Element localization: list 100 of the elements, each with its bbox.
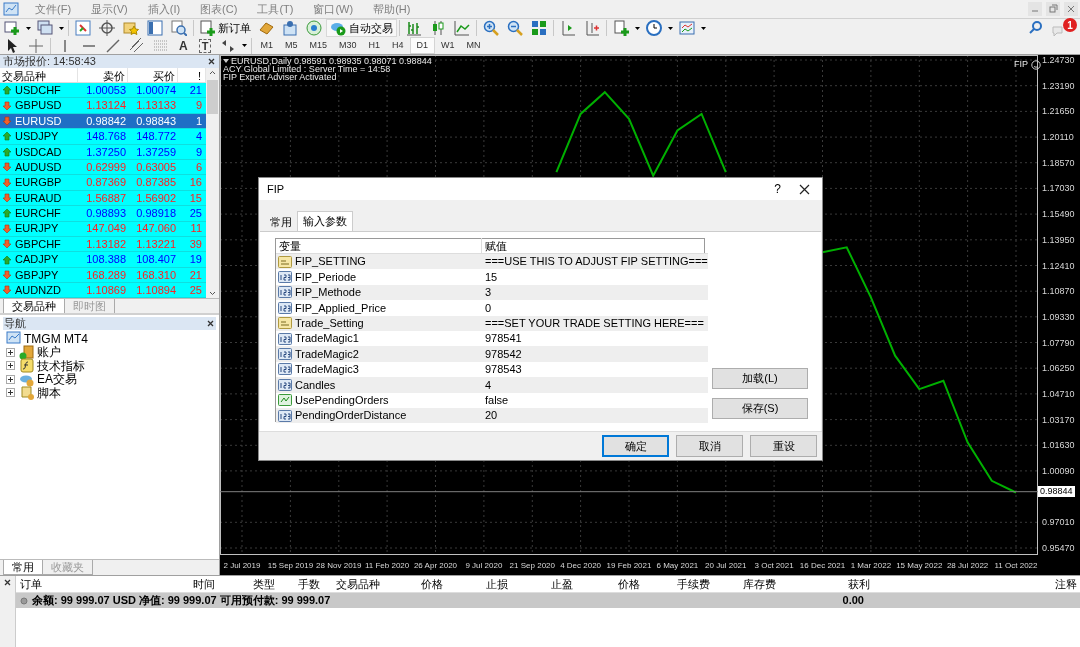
search-icon[interactable] (1028, 20, 1044, 36)
trendline-icon[interactable] (105, 37, 121, 54)
menu-item[interactable]: 显示(V) (81, 0, 138, 18)
autoscroll-icon[interactable] (584, 20, 600, 36)
close-icon[interactable] (799, 183, 810, 195)
timeframe-button[interactable]: H4 (386, 37, 410, 54)
triangle-icon[interactable] (223, 59, 229, 63)
expand-icon[interactable] (6, 374, 15, 384)
column-header[interactable]: 手续费 (643, 575, 713, 593)
balance-row[interactable]: 余额: 99 999.07 USD 净值: 99 999.07 可用预付款: 99 999.07 0.00 (16, 593, 1080, 608)
axis-label: 1.07790 (1042, 337, 1075, 348)
timeframe-button[interactable]: M30 (332, 37, 363, 54)
new-order-button[interactable]: 新订单 (196, 19, 254, 37)
signal-icon[interactable] (306, 20, 322, 36)
dialog-button[interactable]: 确定 (602, 435, 669, 457)
column-header[interactable]: 注释 (873, 575, 1080, 593)
help-button[interactable]: ? (774, 180, 781, 198)
dialog-button[interactable]: 加载(L) (712, 368, 808, 389)
star-folder-icon[interactable] (123, 20, 139, 36)
timeframe-button[interactable]: H1 (362, 37, 386, 54)
close-icon[interactable] (207, 57, 216, 66)
scrollbar[interactable] (206, 68, 219, 298)
menu-item[interactable]: 窗口(W) (303, 0, 364, 18)
caret-icon[interactable] (668, 26, 673, 30)
quote-row[interactable]: USDCHF 1.00053 1.00074 21 (0, 83, 206, 99)
chart-shift-icon[interactable] (560, 20, 576, 36)
panel-icon[interactable] (147, 20, 163, 36)
timeframe-button[interactable]: M5 (278, 37, 304, 54)
dialog-button[interactable]: 重设 (750, 435, 817, 457)
column-header[interactable]: 库存费 (713, 575, 779, 593)
quote-row[interactable]: EURCHF 0.98893 0.98918 25 (0, 206, 206, 222)
restore-icon[interactable] (1046, 2, 1060, 16)
menu-item[interactable]: 插入(I) (137, 0, 191, 18)
parameter-row[interactable]: FIP_SETTING ===USE THIS TO ADJUST FIP SETTING=== (276, 254, 708, 270)
expand-icon[interactable] (6, 388, 15, 398)
bar-chart-icon[interactable] (406, 20, 422, 36)
parameter-row[interactable]: Candles 4 (276, 377, 708, 393)
parameter-row[interactable]: TradeMagic2 978542 (276, 346, 708, 362)
line-chart-icon[interactable] (454, 20, 470, 36)
caret-icon[interactable] (242, 44, 248, 47)
timeframe-button[interactable]: D1 (409, 37, 435, 54)
template-icon[interactable] (679, 20, 695, 36)
expand-icon[interactable] (6, 361, 15, 371)
add-indicator-icon[interactable] (613, 20, 629, 36)
zoom-in-icon[interactable] (483, 20, 499, 36)
column-header[interactable]: 止盈 (511, 575, 576, 593)
auto-trading-button[interactable]: 自动交易 (326, 19, 397, 37)
clock-icon[interactable] (646, 20, 662, 36)
timeframe-button[interactable]: M15 (303, 37, 333, 54)
column-header[interactable]: 交易品种 (323, 575, 383, 593)
close-icon[interactable] (206, 319, 215, 328)
column-header[interactable]: 获利 (779, 575, 873, 593)
windows-icon[interactable] (37, 20, 53, 36)
quote-row[interactable]: USDJPY 148.768 148.772 4 (0, 129, 206, 145)
candlestick-icon[interactable] (430, 20, 446, 36)
column-header[interactable]: 交易品种 (0, 68, 78, 82)
close-icon[interactable] (3, 578, 12, 587)
column-header[interactable]: 订单 (16, 575, 151, 593)
zoom-out-icon[interactable] (507, 20, 523, 36)
column-header[interactable]: 价格 (383, 575, 446, 593)
column-header[interactable]: 赋值 (482, 237, 708, 255)
axis-label: 2 Jul 2019 (223, 561, 261, 570)
caret-icon[interactable] (635, 26, 640, 30)
ingot-icon[interactable] (258, 20, 274, 36)
text-tool[interactable]: A (179, 36, 188, 55)
caret-icon[interactable] (701, 26, 706, 30)
column-header[interactable]: 时间 (151, 575, 218, 593)
dialog-button[interactable]: 取消 (676, 435, 743, 457)
tile-windows-icon[interactable] (531, 20, 547, 36)
menu-item[interactable]: 帮助(H) (363, 0, 421, 18)
menu-item[interactable]: 文件(F) (25, 0, 82, 18)
parameter-row[interactable]: FIP_Periode 15 (276, 269, 708, 285)
quote-row[interactable]: EURGBP 0.87369 0.87385 16 (0, 175, 206, 191)
panel-tab[interactable]: 常用 (3, 560, 43, 575)
quote-row[interactable]: GBPUSD 1.13124 1.13133 9 (0, 98, 206, 114)
timeframe-button[interactable]: M1 (254, 37, 279, 54)
magnifier-chart-icon[interactable] (171, 20, 187, 36)
caret-icon[interactable] (26, 26, 31, 30)
market-watch-icon[interactable] (75, 20, 91, 36)
parameter-row[interactable]: FIP_Applied_Price 0 (276, 300, 708, 316)
caret-icon[interactable] (59, 26, 64, 30)
menu-item[interactable]: 图表(C) (190, 0, 248, 18)
text-label-tool[interactable]: T (198, 38, 212, 53)
crosshair-icon[interactable] (99, 20, 115, 36)
column-header[interactable]: 手数 (278, 575, 323, 593)
column-header[interactable]: 价格 (576, 575, 643, 593)
menu-item[interactable]: 工具(T) (247, 0, 304, 18)
column-header[interactable]: 类型 (218, 575, 278, 593)
timeframe-button[interactable]: MN (460, 37, 487, 54)
dialog-button[interactable]: 保存(S) (712, 398, 808, 419)
column-header[interactable]: 止损 (446, 575, 511, 593)
expand-icon[interactable] (6, 347, 15, 357)
new-chart-icon[interactable] (4, 20, 20, 36)
quote-row[interactable]: AUDNZD 1.10869 1.10894 25 (0, 283, 206, 299)
quote-row[interactable]: CADJPY 108.388 108.407 19 (0, 252, 206, 268)
channel-icon[interactable] (129, 37, 145, 54)
timeframe-button[interactable]: W1 (435, 37, 461, 54)
column-header[interactable]: 买价 (128, 68, 178, 82)
column-header[interactable]: 卖价 (78, 68, 128, 82)
dialog-tab[interactable]: 输入参数 (297, 211, 353, 231)
